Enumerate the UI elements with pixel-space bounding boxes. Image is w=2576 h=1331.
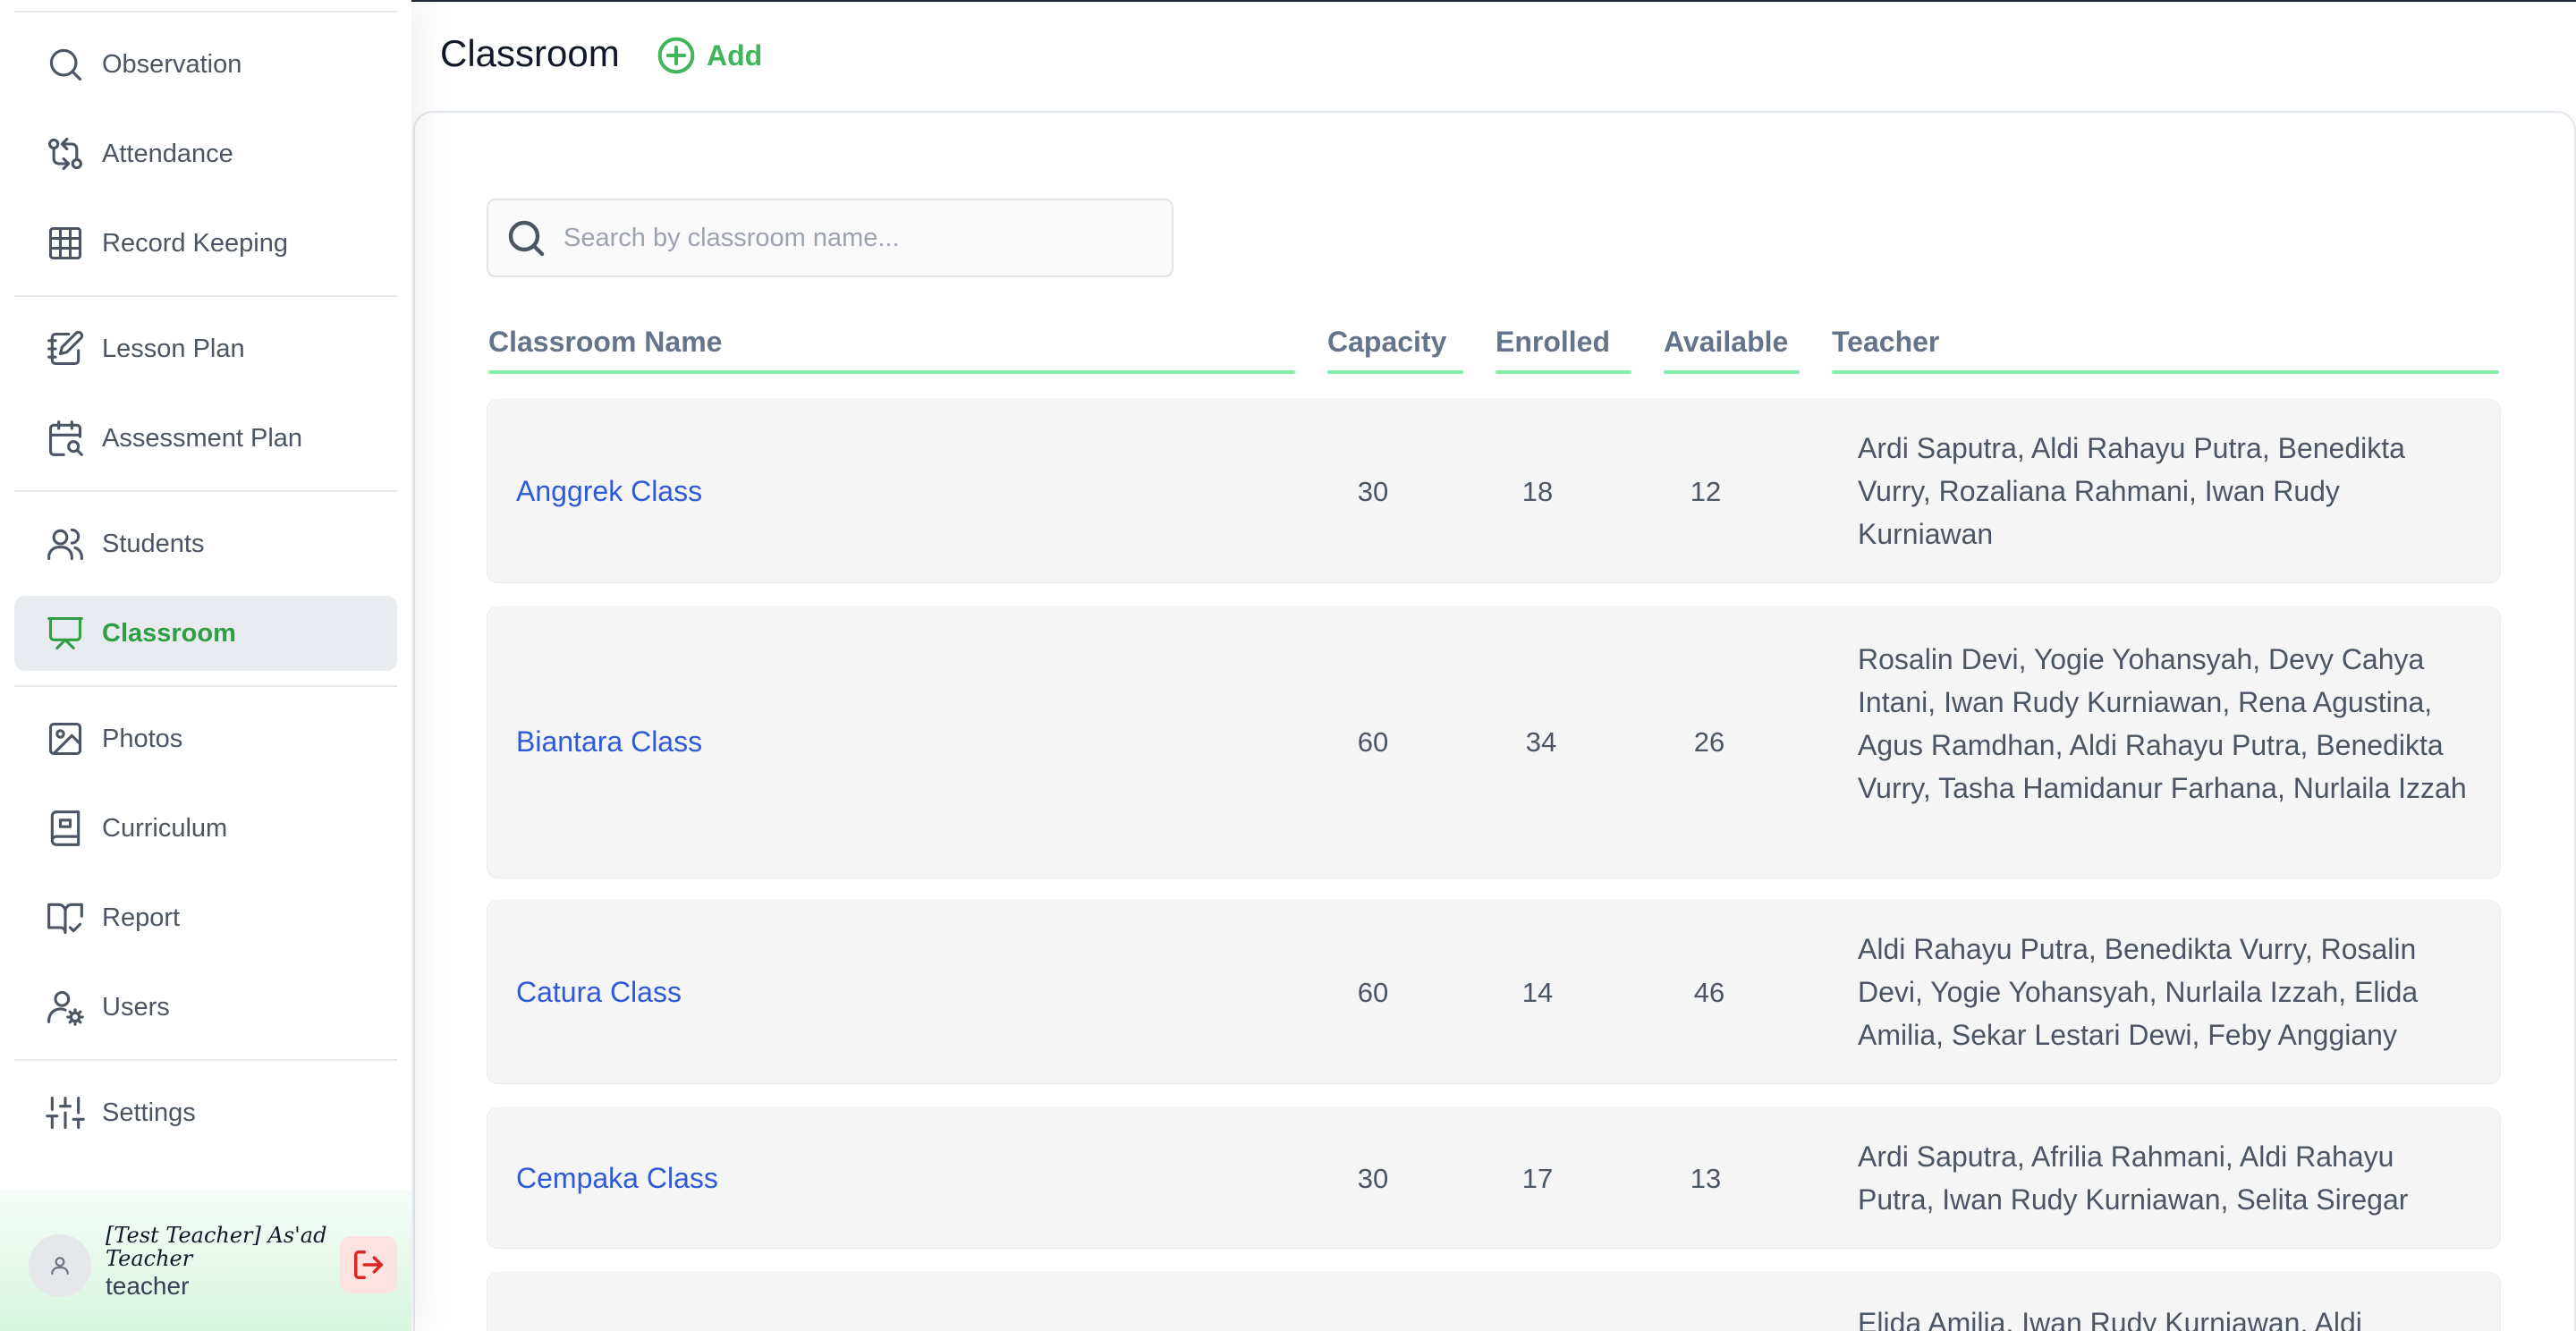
sidebar-item-label: Assessment Plan <box>102 423 303 453</box>
column-header-classroom-name[interactable]: Classroom Name <box>488 326 722 359</box>
git-compare-icon <box>45 133 86 174</box>
sidebar-divider <box>14 11 397 13</box>
presentation-icon <box>45 613 86 654</box>
sidebar-item-label: Report <box>102 903 181 932</box>
table-row[interactable]: Elida Amilia, Iwan Rudy Kurniawan, Aldi <box>487 1272 2501 1331</box>
table-row[interactable]: Cempaka Class 30 17 13 Ardi Saputra, Afr… <box>487 1107 2501 1249</box>
enrolled-value: 14 <box>1521 977 1554 1008</box>
classroom-name-link[interactable]: Anggrek Class <box>516 475 702 508</box>
sidebar-divider <box>14 1059 397 1061</box>
sidebar: Observation Attendance Record Keeping Le… <box>0 0 411 1331</box>
page-title: Classroom <box>440 32 620 74</box>
classroom-name-link[interactable]: Catura Class <box>516 976 682 1009</box>
users-icon <box>45 523 86 564</box>
capacity-value: 60 <box>1357 726 1389 758</box>
user-role: teacher <box>106 1272 190 1300</box>
table-row[interactable]: Catura Class 60 14 46 Aldi Rahayu Putra,… <box>487 900 2501 1084</box>
sidebar-item-curriculum[interactable]: Curriculum <box>14 791 397 866</box>
sidebar-item-label: Classroom <box>102 618 236 648</box>
user-cog-icon <box>45 987 86 1028</box>
sidebar-item-observation[interactable]: Observation <box>14 27 397 102</box>
sidebar-item-attendance[interactable]: Attendance <box>14 116 397 191</box>
teacher-list: Elida Amilia, Iwan Rudy Kurniawan, Aldi <box>1858 1307 2362 1331</box>
sidebar-item-label: Record Keeping <box>102 228 288 258</box>
add-button-label: Add <box>707 38 763 72</box>
table-row[interactable]: Anggrek Class 30 18 12 Ardi Saputra, Ald… <box>487 399 2501 583</box>
search-icon <box>508 220 545 257</box>
user-icon <box>51 1257 69 1275</box>
column-header-available[interactable]: Available <box>1664 326 1788 359</box>
teacher-list: Rosalin Devi, Yogie Yohansyah, Devy Cahy… <box>1858 643 2467 804</box>
book-icon <box>45 808 86 849</box>
available-value: 46 <box>1693 977 1725 1008</box>
sidebar-divider <box>14 295 397 297</box>
capacity-value: 60 <box>1357 977 1389 1008</box>
sidebar-divider <box>14 490 397 492</box>
logout-button[interactable] <box>340 1236 397 1293</box>
classroom-name-link[interactable]: Cempaka Class <box>516 1162 718 1195</box>
sidebar-item-record-keeping[interactable]: Record Keeping <box>14 206 397 281</box>
sidebar-divider <box>14 685 397 687</box>
classroom-name-link[interactable]: Biantara Class <box>516 725 702 759</box>
sidebar-item-label: Students <box>102 529 205 558</box>
column-header-underline <box>1496 370 1631 374</box>
available-value: 13 <box>1690 1163 1722 1194</box>
book-check-icon <box>45 897 86 938</box>
column-header-underline <box>1832 370 2499 374</box>
sidebar-item-settings[interactable]: Settings <box>14 1075 397 1150</box>
sidebar-item-photos[interactable]: Photos <box>14 701 397 776</box>
column-header-teacher[interactable]: Teacher <box>1832 326 1939 359</box>
column-header-capacity[interactable]: Capacity <box>1327 326 1446 359</box>
table-row[interactable]: Biantara Class 60 34 26 Rosalin Devi, Yo… <box>487 606 2501 878</box>
sidebar-item-users[interactable]: Users <box>14 970 397 1045</box>
sidebar-item-label: Lesson Plan <box>102 334 245 363</box>
sidebar-item-label: Curriculum <box>102 813 228 843</box>
notebook-pen-icon <box>45 328 86 369</box>
image-icon <box>45 718 86 759</box>
enrolled-value: 18 <box>1521 476 1554 507</box>
sliders-icon <box>45 1092 86 1133</box>
teacher-list: Aldi Rahayu Putra, Benedikta Vurry, Rosa… <box>1858 933 2419 1051</box>
sidebar-item-lesson-plan[interactable]: Lesson Plan <box>14 311 397 386</box>
add-classroom-button[interactable]: Add <box>657 34 762 77</box>
column-header-enrolled[interactable]: Enrolled <box>1496 326 1610 359</box>
sidebar-item-label: Photos <box>102 724 183 753</box>
search-input[interactable] <box>564 223 1154 253</box>
sidebar-item-report[interactable]: Report <box>14 880 397 955</box>
teacher-list: Ardi Saputra, Afrilia Rahmani, Aldi Raha… <box>1858 1140 2409 1216</box>
user-name: [Test Teacher] As'ad Teacher <box>106 1223 327 1271</box>
sidebar-item-label: Observation <box>102 49 242 79</box>
column-header-underline <box>1327 370 1463 374</box>
available-value: 12 <box>1690 476 1722 507</box>
sidebar-item-label: Users <box>102 992 170 1022</box>
sidebar-item-label: Settings <box>102 1098 196 1127</box>
plus-circle-icon <box>657 37 695 74</box>
grid-icon <box>45 223 86 264</box>
column-header-underline <box>488 370 1295 374</box>
teacher-list: Ardi Saputra, Aldi Rahayu Putra, Benedik… <box>1858 432 2405 550</box>
capacity-value: 30 <box>1357 476 1389 507</box>
sidebar-item-students[interactable]: Students <box>14 506 397 581</box>
logout-icon <box>354 1250 383 1279</box>
enrolled-value: 17 <box>1521 1163 1554 1194</box>
avatar[interactable] <box>29 1234 91 1297</box>
sidebar-item-assessment-plan[interactable]: Assessment Plan <box>14 401 397 476</box>
available-value: 26 <box>1693 726 1725 758</box>
capacity-value: 30 <box>1357 1163 1389 1194</box>
sidebar-item-label: Attendance <box>102 139 233 168</box>
search-icon <box>45 44 86 85</box>
search-box <box>487 199 1174 277</box>
column-header-underline <box>1664 370 1800 374</box>
user-profile: [Test Teacher] As'ad Teacher teacher <box>0 1190 411 1331</box>
sidebar-item-classroom[interactable]: Classroom <box>14 596 397 671</box>
calendar-search-icon <box>45 418 86 459</box>
enrolled-value: 34 <box>1525 726 1557 758</box>
